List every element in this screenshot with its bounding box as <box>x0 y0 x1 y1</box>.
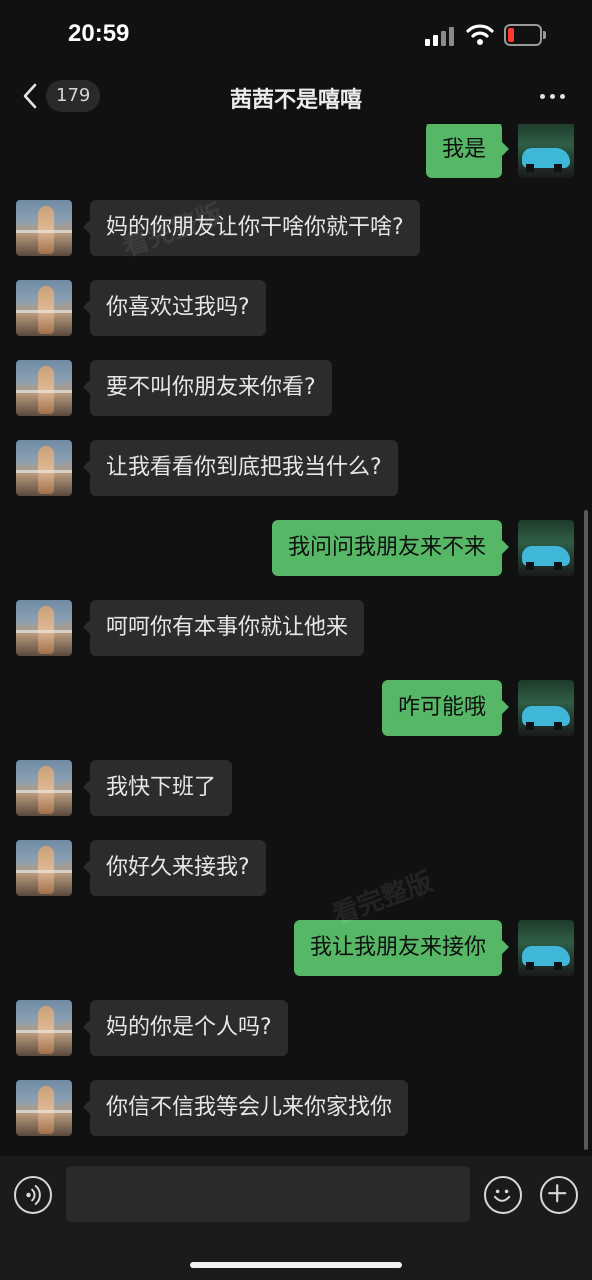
contact-avatar[interactable] <box>16 200 72 256</box>
more-dots-icon[interactable] <box>540 94 568 100</box>
message-bubble[interactable]: 我是 <box>425 124 510 178</box>
message-bubble[interactable]: 妈的你朋友让你干啥你就干啥? <box>83 200 420 256</box>
my-avatar[interactable] <box>518 680 574 736</box>
outgoing-message: 我是 <box>0 124 592 178</box>
incoming-message: 要不叫你朋友来你看? <box>0 360 592 416</box>
battery-icon <box>504 24 546 46</box>
outgoing-message: 我让我朋友来接你 <box>0 920 592 976</box>
message-bubble[interactable]: 我让我朋友来接你 <box>293 920 510 976</box>
message-bubble[interactable]: 我问问我朋友来不来 <box>271 520 510 576</box>
contact-avatar[interactable] <box>16 1000 72 1056</box>
plus-icon[interactable] <box>540 1176 578 1214</box>
contact-avatar[interactable] <box>16 1080 72 1136</box>
wifi-icon <box>466 24 494 45</box>
message-bubble[interactable]: 你好久来接我? <box>83 840 266 896</box>
contact-avatar[interactable] <box>16 760 72 816</box>
outgoing-message: 咋可能哦 <box>0 680 592 736</box>
message-bubble[interactable]: 呵呵你有本事你就让他来 <box>82 600 365 656</box>
contact-avatar[interactable] <box>16 840 72 896</box>
my-avatar[interactable] <box>518 124 574 178</box>
voice-icon[interactable] <box>14 1176 52 1214</box>
message-list[interactable]: 我是 妈的你朋友让你干啥你就干啥? 你喜欢过我吗? 要不叫你朋友来你看? 让我看看你到底… <box>0 124 592 1156</box>
my-avatar[interactable] <box>518 520 574 576</box>
incoming-message: 妈的你朋友让你干啥你就干啥? <box>0 200 592 256</box>
contact-avatar[interactable] <box>16 280 72 336</box>
status-bar: 20:59 <box>0 0 592 70</box>
message-bubble[interactable]: 你信不信我等会儿来你家找你 <box>82 1080 409 1136</box>
contact-avatar[interactable] <box>16 440 72 496</box>
message-bubble[interactable]: 咋可能哦 <box>381 680 510 736</box>
incoming-message: 让我看看你到底把我当什么? <box>0 440 592 496</box>
incoming-message: 你信不信我等会儿来你家找你 <box>0 1080 592 1136</box>
incoming-message: 妈的你是个人吗? <box>0 1000 592 1056</box>
chat-header: 179 茜茜不是嘻嘻 <box>0 70 592 124</box>
chat-title: 茜茜不是嘻嘻 <box>229 88 362 113</box>
emoji-icon[interactable] <box>484 1176 522 1214</box>
message-bubble[interactable]: 妈的你是个人吗? <box>83 1000 288 1056</box>
input-bar <box>0 1156 592 1280</box>
message-bubble[interactable]: 我快下班了 <box>82 760 233 816</box>
home-indicator <box>190 1262 402 1268</box>
contact-avatar[interactable] <box>16 360 72 416</box>
incoming-message: 呵呵你有本事你就让他来 <box>0 600 592 656</box>
scrollbar[interactable] <box>584 510 588 1150</box>
incoming-message: 你喜欢过我吗? <box>0 280 592 336</box>
contact-avatar[interactable] <box>16 600 72 656</box>
signal-icon <box>425 26 457 46</box>
incoming-message: 你好久来接我? <box>0 840 592 896</box>
message-bubble[interactable]: 你喜欢过我吗? <box>83 280 266 336</box>
outgoing-message: 我问问我朋友来不来 <box>0 520 592 576</box>
incoming-message: 我快下班了 <box>0 760 592 816</box>
message-bubble[interactable]: 让我看看你到底把我当什么? <box>83 440 398 496</box>
my-avatar[interactable] <box>518 920 574 976</box>
status-time: 20:59 <box>68 20 130 47</box>
message-bubble[interactable]: 要不叫你朋友来你看? <box>83 360 332 416</box>
message-input[interactable] <box>66 1166 470 1222</box>
